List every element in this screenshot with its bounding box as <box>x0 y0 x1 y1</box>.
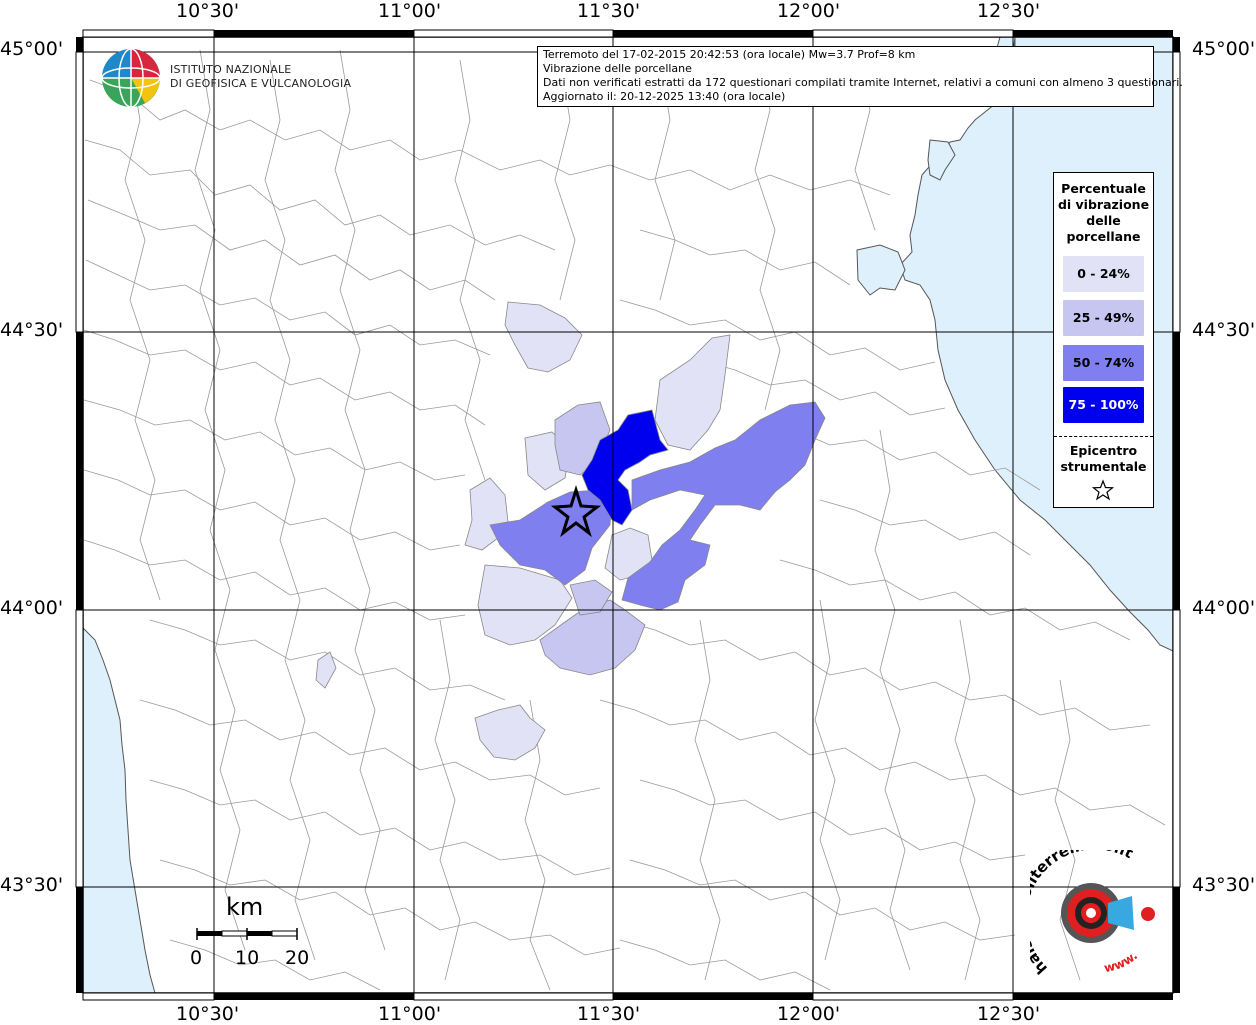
lat-label-left-4: 43°30' <box>0 874 64 896</box>
scale-unit-label: km <box>226 893 264 921</box>
event-info-box: Terremoto del 17-02-2015 20:42:53 (ora l… <box>537 46 1183 107</box>
hsit-website-text: haisentitoilterremoto.it www. <box>1030 850 1141 978</box>
map-subject: Vibrazione delle porcellane <box>543 62 692 75</box>
legend-epicenter-line: Epicentro <box>1069 443 1138 458</box>
legend-class-50-74: 50 - 74% <box>1063 345 1144 381</box>
lon-label-top-4: 12°00' <box>777 0 841 22</box>
legend-class-0-24: 0 - 24% <box>1063 256 1144 292</box>
lon-label-bottom-4: 12°00' <box>777 1003 841 1025</box>
lon-label-bottom-1: 10°30' <box>176 1003 240 1025</box>
lon-label-bottom-2: 11°00' <box>378 1003 442 1025</box>
legend-epicenter-label: Epicentro strumentale <box>1054 443 1153 475</box>
scale-tick-0: 0 <box>190 947 203 969</box>
lat-label-left-3: 44°00' <box>0 597 64 619</box>
legend-class-25-49: 25 - 49% <box>1063 300 1144 336</box>
legend-title-line: porcellane <box>1066 229 1141 244</box>
legend-epicenter-line: strumentale <box>1060 459 1147 474</box>
lon-label-bottom-3: 11°30' <box>577 1003 641 1025</box>
legend: Percentuale di vibrazione delle porcella… <box>1053 172 1154 508</box>
lat-label-right-4: 43°30' <box>1192 874 1256 896</box>
legend-separator <box>1054 436 1153 437</box>
hsit-website-prefix: www. <box>1103 949 1141 976</box>
lon-label-top-3: 11°30' <box>577 0 641 22</box>
lat-label-right-1: 45°00' <box>1192 38 1256 60</box>
lat-label-right-2: 44°30' <box>1192 319 1256 341</box>
legend-title: Percentuale di vibrazione delle porcella… <box>1054 181 1153 245</box>
lat-label-right-3: 44°00' <box>1192 597 1256 619</box>
lon-label-bottom-5: 12°30' <box>977 1003 1041 1025</box>
legend-title-line: Percentuale <box>1061 181 1146 196</box>
lat-label-left-2: 44°30' <box>0 319 64 341</box>
legend-title-line: di vibrazione <box>1057 197 1150 212</box>
ingv-institute-name: ISTITUTO NAZIONALE DI GEOFISICA E VULCAN… <box>170 63 351 91</box>
ingv-line-2: DI GEOFISICA E VULCANOLOGIA <box>170 77 352 90</box>
scale-tick-10: 10 <box>235 947 260 969</box>
update-time: Aggiornato il: 20-12-2025 13:40 (ora loc… <box>543 90 786 103</box>
legend-title-line: delle <box>1086 213 1121 228</box>
star-outline-icon <box>1092 479 1114 501</box>
event-title: Terremoto del 17-02-2015 20:42:53 (ora l… <box>543 48 916 61</box>
ingv-line-1: ISTITUTO NAZIONALE <box>170 63 292 76</box>
legend-class-75-100: 75 - 100% <box>1063 387 1144 423</box>
lon-label-top-2: 11°00' <box>378 0 442 22</box>
lat-label-left-1: 45°00' <box>0 38 64 60</box>
scale-tick-20: 20 <box>285 947 310 969</box>
svg-text:www.: www. <box>1103 949 1141 976</box>
ingv-globe-icon <box>101 48 161 108</box>
lon-label-top-1: 10°30' <box>176 0 240 22</box>
lon-label-top-5: 12°30' <box>977 0 1041 22</box>
data-note: Dati non verificati estratti da 172 ques… <box>543 76 1183 89</box>
